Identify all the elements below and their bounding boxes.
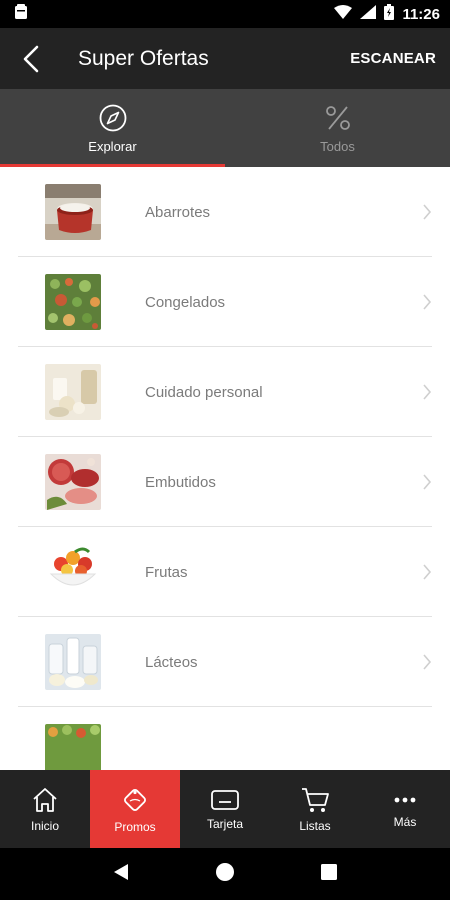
system-back-icon[interactable] <box>112 862 130 887</box>
app-bar: Super Ofertas ESCANEAR <box>0 28 450 89</box>
card-icon <box>211 789 239 810</box>
tab-explorar[interactable]: Explorar <box>0 89 225 167</box>
system-home-icon[interactable] <box>215 862 235 887</box>
nav-label: Listas <box>299 818 331 833</box>
nav-tarjeta[interactable]: Tarjeta <box>180 770 270 848</box>
tab-label: Explorar <box>88 138 137 154</box>
personal-care-thumbnail <box>45 364 101 420</box>
nav-label: Promos <box>114 819 156 834</box>
category-row-congelados[interactable]: Congelados <box>0 257 450 347</box>
nav-label: Más <box>393 814 417 829</box>
category-label: Embutidos <box>145 473 216 491</box>
nav-listas[interactable]: Listas <box>270 770 360 848</box>
dairy-thumbnail <box>45 634 101 690</box>
vegetables-thumbnail <box>45 724 101 770</box>
category-label: Frutas <box>145 563 188 581</box>
grocery-pot-thumbnail <box>45 184 101 240</box>
back-arrow-icon <box>23 45 39 72</box>
page-title: Super Ofertas <box>78 46 209 70</box>
status-time: 11:26 <box>402 5 440 23</box>
cart-icon <box>302 787 329 812</box>
compass-icon <box>99 104 126 131</box>
category-list: Abarrotes Congelados Cuidado personal Em… <box>0 167 450 770</box>
battery-icon <box>384 3 395 25</box>
home-icon <box>33 787 57 812</box>
tab-todos[interactable]: Todos <box>225 89 450 167</box>
system-recents-icon[interactable] <box>320 863 338 886</box>
chevron-right-icon <box>416 381 438 403</box>
category-label: Lácteos <box>145 653 198 671</box>
category-label: Cuidado personal <box>145 383 263 401</box>
category-label: Abarrotes <box>145 203 211 221</box>
nav-label: Tarjeta <box>206 816 244 831</box>
percent-icon <box>325 105 350 130</box>
category-label: Congelados <box>145 293 226 311</box>
fruit-bowl-thumbnail <box>45 544 101 600</box>
nav-inicio[interactable]: Inicio <box>0 770 90 848</box>
chevron-right-icon <box>416 291 438 313</box>
category-row-abarrotes[interactable]: Abarrotes <box>0 167 450 257</box>
promo-tag-icon <box>124 788 146 811</box>
category-row-lacteos[interactable]: Lácteos <box>0 617 450 707</box>
chevron-right-icon <box>416 561 438 583</box>
tab-label: Todos <box>320 138 355 154</box>
category-row-frutas[interactable]: Frutas <box>0 527 450 617</box>
notification-icon <box>14 3 28 25</box>
back-button[interactable] <box>0 28 62 89</box>
status-bar: 11:26 <box>0 0 450 28</box>
tab-bar: Explorar Todos <box>0 89 450 167</box>
system-nav-bar <box>0 848 450 900</box>
category-row-embutidos[interactable]: Embutidos <box>0 437 450 527</box>
chevron-right-icon <box>416 651 438 673</box>
nav-mas[interactable]: Más <box>360 770 450 848</box>
chevron-right-icon <box>416 201 438 223</box>
frozen-vegetables-thumbnail <box>45 274 101 330</box>
nav-label: Inicio <box>30 818 59 833</box>
wifi-icon <box>334 4 353 24</box>
signal-icon <box>360 4 377 24</box>
bottom-nav: Inicio Promos Tarjeta Listas Más <box>0 770 450 848</box>
nav-promos[interactable]: Promos <box>90 770 180 848</box>
scan-button[interactable]: ESCANEAR <box>350 50 450 67</box>
category-row-cuidado-personal[interactable]: Cuidado personal <box>0 347 450 437</box>
more-icon <box>394 797 416 802</box>
cold-cuts-thumbnail <box>45 454 101 510</box>
category-row-partial[interactable] <box>0 707 450 770</box>
chevron-right-icon <box>416 471 438 493</box>
